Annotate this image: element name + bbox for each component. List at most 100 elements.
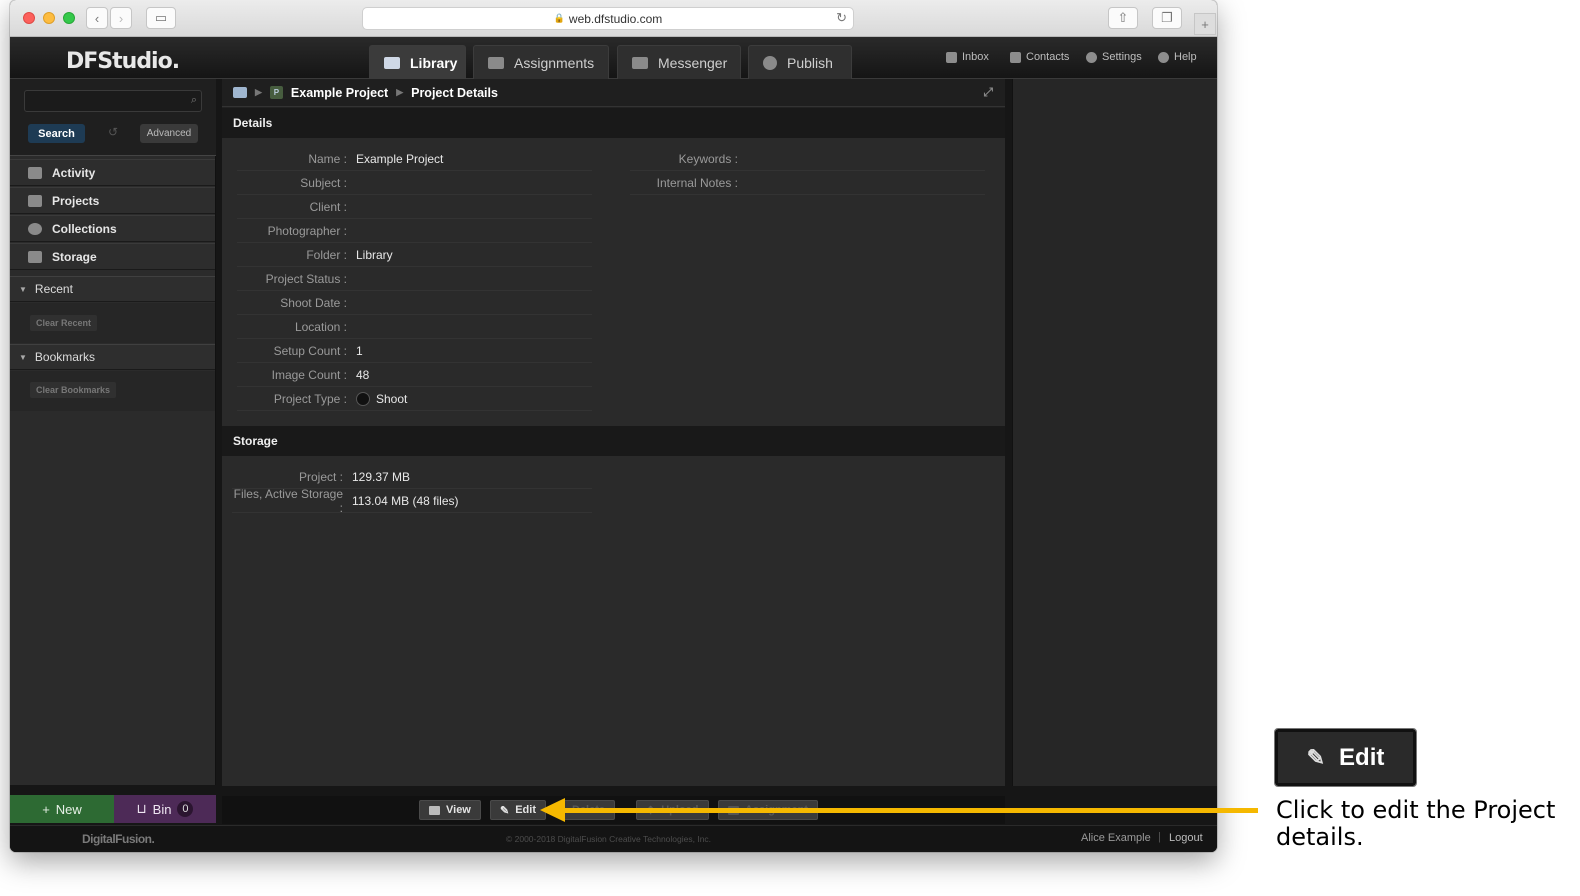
clear-bookmarks-button[interactable]: Clear Bookmarks <box>30 382 117 398</box>
storage-header: Storage <box>222 426 1005 456</box>
callout-edit-button: ✎ Edit <box>1274 728 1417 787</box>
tab-messenger-label: Messenger <box>658 54 728 71</box>
address-bar[interactable]: 🔒 web.dfstudio.com ↻ <box>362 7 854 30</box>
plus-icon: + <box>42 801 50 817</box>
view-button[interactable]: View <box>419 800 481 820</box>
search-icon: ⌕ <box>190 94 197 106</box>
sidebar-item-collections[interactable]: Collections <box>10 215 215 242</box>
reload-icon[interactable]: ↻ <box>836 10 847 26</box>
storage-panel: Project : 129.37 MB Files, Active Storage … <box>222 456 1005 786</box>
detail-row: Location : <box>237 315 592 339</box>
breadcrumb-current-page: Project Details <box>411 85 498 100</box>
url-text: web.dfstudio.com <box>568 11 663 26</box>
recent-section-header[interactable]: ▼ Recent <box>10 276 215 302</box>
contacts-link[interactable]: Contacts <box>1010 51 1069 63</box>
view-icon <box>429 805 440 815</box>
sidebar-item-storage[interactable]: Storage <box>10 243 215 270</box>
bookmarks-section-header[interactable]: ▼ Bookmarks <box>10 344 215 370</box>
dfstudio-logo[interactable]: DFStudio. <box>66 49 180 74</box>
logout-link[interactable]: Logout <box>1169 832 1203 844</box>
sidebar-item-projects[interactable]: Projects <box>10 187 215 214</box>
library-icon[interactable] <box>233 87 247 98</box>
dfstudio-app: DFStudio. Library Assignments Messenger … <box>10 37 1217 852</box>
detail-row: Image Count : 48 <box>237 363 592 387</box>
tab-library-label: Library <box>410 54 458 71</box>
inbox-link[interactable]: Inbox <box>946 51 989 63</box>
chevron-right-icon: › <box>118 10 124 26</box>
detail-value-text: Example Project <box>356 151 444 166</box>
detail-label: Client : <box>309 199 347 214</box>
sidebar-item-activity[interactable]: Activity <box>10 159 215 186</box>
help-link[interactable]: Help <box>1158 51 1197 63</box>
tab-assignments[interactable]: Assignments <box>473 45 609 79</box>
clear-recent-button[interactable]: Clear Recent <box>30 315 98 331</box>
advanced-search-button[interactable]: Advanced <box>140 124 198 143</box>
recent-section: Clear Recent <box>10 303 215 343</box>
detail-label: Name : <box>308 151 347 166</box>
sidebar-icon: ▭ <box>154 10 168 25</box>
detail-value-text: Library <box>356 247 393 262</box>
current-user[interactable]: Alice Example <box>1081 832 1151 844</box>
detail-label: Photographer : <box>267 223 347 238</box>
zoom-window-button[interactable] <box>63 12 75 24</box>
collections-icon <box>28 222 42 235</box>
digitalfusion-logo: DigitalFusion. <box>82 832 155 846</box>
tabs-overview-button[interactable]: ❐ <box>1152 7 1182 29</box>
settings-label: Settings <box>1102 51 1142 63</box>
inbox-icon <box>946 51 957 63</box>
sidebar: ⌕ Search ↺ Advanced Activity Projects Co… <box>10 79 216 785</box>
activity-icon <box>28 166 42 179</box>
detail-value-text: 129.37 MB <box>352 469 411 484</box>
sidebar-item-label: Activity <box>52 165 96 180</box>
detail-value: 1 <box>356 344 363 358</box>
sidebar-toggle-button[interactable]: ▭ <box>146 7 176 29</box>
bin-button[interactable]: ⊔ Bin 0 <box>114 795 216 823</box>
inbox-label: Inbox <box>962 51 989 63</box>
tab-messenger[interactable]: Messenger <box>617 45 741 79</box>
detail-row: Project : 129.37 MB <box>232 465 592 489</box>
new-tab-button[interactable]: + <box>1194 13 1216 35</box>
breadcrumb-project[interactable]: Example Project <box>291 86 388 100</box>
new-button[interactable]: + New <box>10 795 114 823</box>
edit-button[interactable]: ✎ Edit <box>490 800 546 820</box>
details-header: Details <box>222 108 1005 138</box>
reset-icon[interactable]: ↺ <box>108 125 118 139</box>
detail-label: Files, Active Storage : <box>233 486 343 515</box>
browser-window: ‹ › ▭ 🔒 web.dfstudio.com ↻ ⇧ ❐ + DFStudi… <box>10 0 1217 852</box>
expand-icon[interactable]: ⤢ <box>983 85 993 100</box>
search-input[interactable]: ⌕ <box>24 90 202 112</box>
detail-label: Shoot Date : <box>280 295 347 310</box>
tab-publish[interactable]: Publish <box>748 45 852 79</box>
caret-down-icon: ▼ <box>19 352 27 362</box>
plus-icon: + <box>1201 16 1209 32</box>
minimize-window-button[interactable] <box>43 12 55 24</box>
detail-label: Internal Notes : <box>656 175 738 190</box>
detail-value: 48 <box>356 368 369 382</box>
detail-row: Name : Example Project <box>237 147 592 171</box>
sidebar-item-label: Storage <box>52 249 97 264</box>
tab-assignments-label: Assignments <box>514 54 595 71</box>
back-button[interactable]: ‹ <box>86 7 108 29</box>
project-badge-icon: P <box>269 86 283 99</box>
close-window-button[interactable] <box>23 12 35 24</box>
tab-publish-label: Publish <box>787 54 833 71</box>
share-button[interactable]: ⇧ <box>1108 7 1138 29</box>
callout-edit-label: Edit <box>1339 743 1385 771</box>
settings-link[interactable]: Settings <box>1086 51 1142 63</box>
projects-icon <box>28 194 42 207</box>
detail-value: Example Project <box>356 152 443 166</box>
search-button[interactable]: Search <box>28 124 85 143</box>
detail-value: Library <box>356 248 393 262</box>
detail-label: Subject : <box>300 175 347 190</box>
detail-row: Internal Notes : <box>630 171 985 195</box>
right-panel <box>1012 79 1217 786</box>
search-area: ⌕ Search ↺ Advanced <box>10 79 216 156</box>
pencil-icon: ✎ <box>1306 744 1326 770</box>
gear-icon <box>1086 51 1097 63</box>
detail-row: Client : <box>237 195 592 219</box>
lock-icon: 🔒 <box>553 13 565 23</box>
detail-label: Setup Count : <box>273 343 347 358</box>
forward-button[interactable]: › <box>110 7 132 29</box>
detail-row: Photographer : <box>237 219 592 243</box>
tab-library[interactable]: Library <box>369 45 466 79</box>
